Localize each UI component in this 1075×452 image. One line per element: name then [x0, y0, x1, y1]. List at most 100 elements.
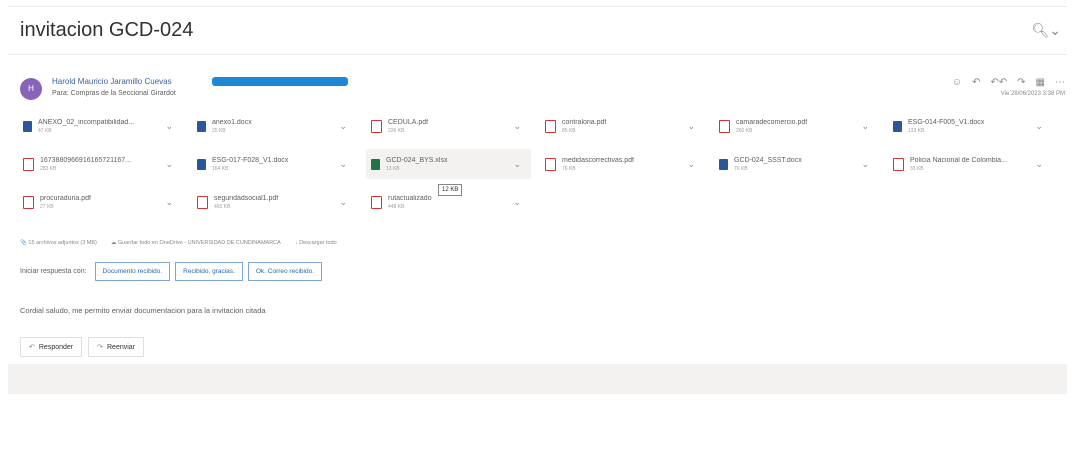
attachment-summary: 📎 15 archivos adjuntos (3 MB) ☁ Guardar … [20, 240, 337, 246]
attachment-item[interactable]: ESG-014-F005_V1.docx 133 KB ⌄ [888, 111, 1053, 141]
attachment-item[interactable]: seguridadsocial1.pdf 465 KB ⌄ [192, 187, 357, 217]
attachment-tooltip: 12 KB [438, 184, 463, 196]
attachment-item[interactable]: camaradecomercio.pdf 260 KB ⌄ [714, 111, 879, 141]
chevron-down-icon[interactable]: ⌄ [513, 159, 521, 170]
save-onedrive-text: Guardar todo en OneDrive - UNIVERSIDAD D… [117, 240, 281, 246]
attachment-item[interactable]: Policia Nacional de Colombia... 33 KB ⌄ [888, 149, 1053, 179]
attachment-filename: ESG-017-F028_V1.docx [212, 156, 289, 164]
attachment-item[interactable]: GCD-024_BYS.xlsx 13 KB ⌄ [366, 149, 531, 179]
attachment-count-text: 15 archivos adjuntos (3 MB) [28, 240, 97, 246]
chevron-down-icon[interactable]: ⌄ [513, 121, 521, 132]
word-file-icon [893, 120, 902, 132]
attachment-item[interactable]: medidascorrectivas.pdf 76 KB ⌄ [540, 149, 705, 179]
attachment-filename: procuraduria.pdf [40, 194, 91, 202]
attachment-filename: medidascorrectivas.pdf [562, 156, 634, 164]
chevron-down-icon[interactable]: ⌄ [687, 159, 695, 170]
chevron-down-icon[interactable]: ⌄ [165, 197, 173, 208]
attachment-item[interactable]: ANEXO_02_incompatibilidad... 47 KB ⌄ [18, 111, 183, 141]
attachment-size: 13 KB [386, 165, 400, 172]
attachment-item[interactable]: contraloria.pdf 85 KB ⌄ [540, 111, 705, 141]
message-actions: ☺ ↶ ↶↶ ↷ ▦ ⋯ [952, 77, 1065, 88]
pdf-file-icon [545, 157, 556, 171]
excel-file-icon [371, 158, 380, 170]
attachment-filename: GCD-024_BYS.xlsx [386, 156, 448, 164]
attachment-meta: contraloria.pdf 85 KB [562, 119, 681, 134]
redacted-email-address [212, 77, 348, 86]
chevron-down-icon[interactable]: ⌄ [687, 121, 695, 132]
attachment-size: 465 KB [214, 203, 231, 210]
chevron-down-icon[interactable]: ⌄ [1035, 121, 1043, 132]
attachment-meta: ESG-014-F005_V1.docx 133 KB [908, 119, 1029, 134]
chevron-down-icon[interactable]: ⌄ [861, 159, 869, 170]
quick-reply-option-3[interactable]: Ok. Correo recibido. [247, 262, 323, 281]
chevron-down-icon[interactable]: ⌄ [165, 159, 173, 170]
attachment-meta: ESG-017-F028_V1.docx 164 KB [212, 157, 333, 172]
emoji-icon[interactable]: ☺ [952, 77, 962, 88]
forward-button[interactable]: ↷ Reenviar [88, 337, 145, 357]
zoom-in-icon[interactable]: 🔍︎⌄ [1031, 22, 1061, 39]
attachment-meta: ANEXO_02_incompatibilidad... 47 KB [38, 119, 159, 134]
attachment-meta: Policia Nacional de Colombia... 33 KB [910, 157, 1029, 172]
top-border [8, 6, 1067, 7]
reply-all-icon[interactable]: ↶↶ [990, 77, 1007, 88]
attachment-item[interactable]: CEDULA.pdf 226 KB ⌄ [366, 111, 531, 141]
attachment-size: 76 KB [734, 165, 748, 172]
attachment-meta: medidascorrectivas.pdf 76 KB [562, 157, 681, 172]
avatar[interactable]: H [20, 78, 42, 100]
chevron-down-icon[interactable]: ⌄ [339, 159, 347, 170]
attachment-filename: camaradecomercio.pdf [736, 118, 808, 126]
attachment-item[interactable]: anexo1.docx 25 KB ⌄ [192, 111, 357, 141]
attachment-filename: contraloria.pdf [562, 118, 607, 126]
chevron-down-icon[interactable]: ⌄ [861, 121, 869, 132]
email-subject: invitacion GCD-024 [20, 19, 194, 41]
forward-icon[interactable]: ↷ [1017, 77, 1025, 88]
download-all-text: Descargar todo [299, 240, 337, 246]
attachment-meta: anexo1.docx 25 KB [212, 119, 333, 134]
attachment-size: 47 KB [38, 127, 52, 134]
reply-button[interactable]: ↶ Responder [20, 337, 83, 357]
attachment-item[interactable]: GCD-024_SSST.docx 76 KB ⌄ [714, 149, 879, 179]
attachment-filename: CEDULA.pdf [388, 118, 429, 126]
attachment-meta: camaradecomercio.pdf 260 KB [736, 119, 855, 134]
attachment-size: 33 KB [910, 165, 924, 172]
attachment-meta: 1673880966916165721167... 283 KB [40, 157, 159, 172]
word-file-icon [197, 158, 206, 170]
attachment-size: 27 KB [40, 203, 54, 210]
chevron-down-icon[interactable]: ⌄ [513, 197, 521, 208]
attachment-item[interactable]: procuraduria.pdf 27 KB ⌄ [18, 187, 183, 217]
attachment-meta: rutactualizado 448 KB [388, 195, 507, 210]
message-date: Vie 28/06/2023 3:38 PM [1000, 91, 1065, 97]
download-all-link[interactable]: ↓ Descargar todo [295, 240, 337, 246]
attachment-size: 25 KB [212, 127, 226, 134]
attachment-item[interactable]: ESG-017-F028_V1.docx 164 KB ⌄ [192, 149, 357, 179]
reply-buttons: ↶ Responder ↷ Reenviar [20, 337, 145, 357]
attachment-size: 226 KB [388, 127, 405, 134]
pdf-file-icon [371, 119, 382, 133]
reply-button-label: Responder [38, 343, 74, 351]
attachment-count: 📎 15 archivos adjuntos (3 MB) [20, 240, 97, 246]
attachment-size: 260 KB [736, 127, 753, 134]
attachment-item[interactable]: rutactualizado 448 KB ⌄ 12 KB [366, 184, 531, 217]
chevron-down-icon[interactable]: ⌄ [339, 197, 347, 208]
pdf-file-icon [23, 195, 34, 209]
quick-reply-option-1[interactable]: Documento recibido. [94, 262, 171, 281]
more-icon[interactable]: ⋯ [1055, 77, 1065, 88]
header-divider [8, 54, 1067, 55]
attachment-filename: Policia Nacional de Colombia... [910, 156, 1007, 164]
attachment-filename: 1673880966916165721167... [40, 156, 131, 164]
apps-icon[interactable]: ▦ [1036, 77, 1045, 88]
chevron-down-icon[interactable]: ⌄ [165, 121, 173, 132]
word-file-icon [719, 158, 728, 170]
reply-icon[interactable]: ↶ [972, 77, 980, 88]
attachment-filename: ANEXO_02_incompatibilidad... [38, 118, 135, 126]
chevron-down-icon[interactable]: ⌄ [1035, 159, 1043, 170]
chevron-down-icon[interactable]: ⌄ [339, 121, 347, 132]
save-onedrive-link[interactable]: ☁ Guardar todo en OneDrive - UNIVERSIDAD… [111, 240, 281, 246]
pdf-file-icon [371, 195, 382, 209]
attachment-item[interactable]: 1673880966916165721167... 283 KB ⌄ [18, 149, 183, 179]
sender-name[interactable]: Harold Mauricio Jaramillo Cuevas [52, 77, 172, 86]
quick-reply-option-2[interactable]: Recibido, gracias. [175, 262, 243, 281]
attachment-size: 85 KB [562, 127, 576, 134]
attachment-meta: CEDULA.pdf 226 KB [388, 119, 507, 134]
quick-reply-label: Iniciar respuesta con: [20, 268, 87, 275]
